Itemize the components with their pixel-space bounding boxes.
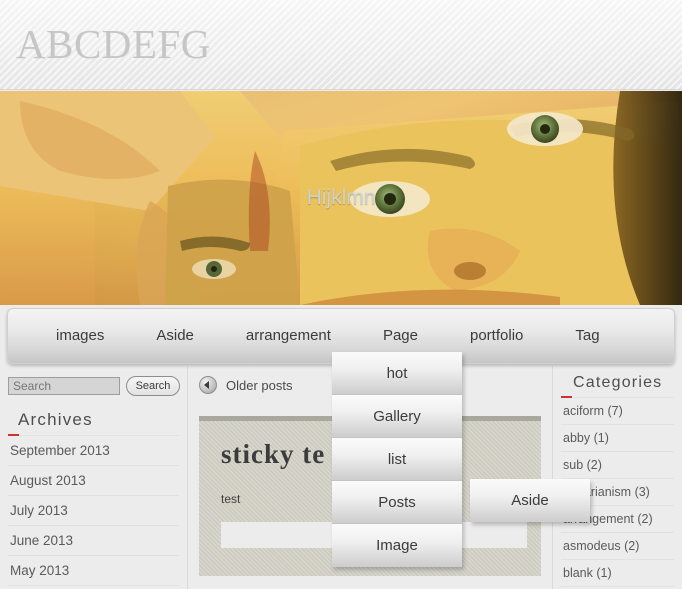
menu-item-list[interactable]: list <box>332 438 462 481</box>
archives-widget-title: Archives <box>8 410 179 436</box>
list-item[interactable]: asmodeus (2) <box>561 533 674 560</box>
nav-item-tag[interactable]: Tag <box>549 309 625 363</box>
list-item[interactable]: sub (2) <box>561 452 674 479</box>
left-arrow-circle-icon <box>199 376 217 394</box>
list-item[interactable]: May 2013 <box>8 556 179 586</box>
search-button[interactable]: Search <box>126 376 180 396</box>
nav-item-images[interactable]: images <box>30 309 130 363</box>
sidebar-right: Categories aciform (7) abby (1) sub (2) … <box>552 366 682 589</box>
list-item[interactable]: July 2013 <box>8 496 179 526</box>
menu-item-hot[interactable]: hot <box>332 352 462 395</box>
list-item[interactable]: August 2013 <box>8 466 179 496</box>
posts-submenu: Aside <box>470 479 590 522</box>
nav-item-aside[interactable]: Aside <box>130 309 220 363</box>
list-item[interactable]: blank (1) <box>561 560 674 587</box>
search-widget: Search <box>8 376 180 396</box>
older-posts-label[interactable]: Older posts <box>226 378 292 393</box>
categories-widget-title: Categories <box>561 374 674 398</box>
page-root: ABCDEFG Hijklmn images Aside arrangement… <box>0 0 682 589</box>
submenu-item-aside[interactable]: Aside <box>470 479 590 522</box>
list-item[interactable]: June 2013 <box>8 526 179 556</box>
list-item[interactable]: September 2013 <box>8 436 179 466</box>
archives-list: September 2013 August 2013 July 2013 Jun… <box>8 436 179 589</box>
menu-item-posts[interactable]: Posts <box>332 481 462 524</box>
list-item[interactable]: abby (1) <box>561 425 674 452</box>
page-dropdown-menu: hot Gallery list Posts Image <box>332 352 462 567</box>
header-banner-image: Hijklmn <box>0 91 682 305</box>
sidebar-left: Search Archives September 2013 August 20… <box>0 366 188 589</box>
site-title[interactable]: ABCDEFG <box>16 20 211 68</box>
menu-item-gallery[interactable]: Gallery <box>332 395 462 438</box>
site-header: ABCDEFG <box>0 0 682 90</box>
menu-item-image[interactable]: Image <box>332 524 462 567</box>
list-item[interactable]: aciform (7) <box>561 398 674 425</box>
banner-photo <box>0 91 682 305</box>
search-input[interactable] <box>8 377 120 395</box>
